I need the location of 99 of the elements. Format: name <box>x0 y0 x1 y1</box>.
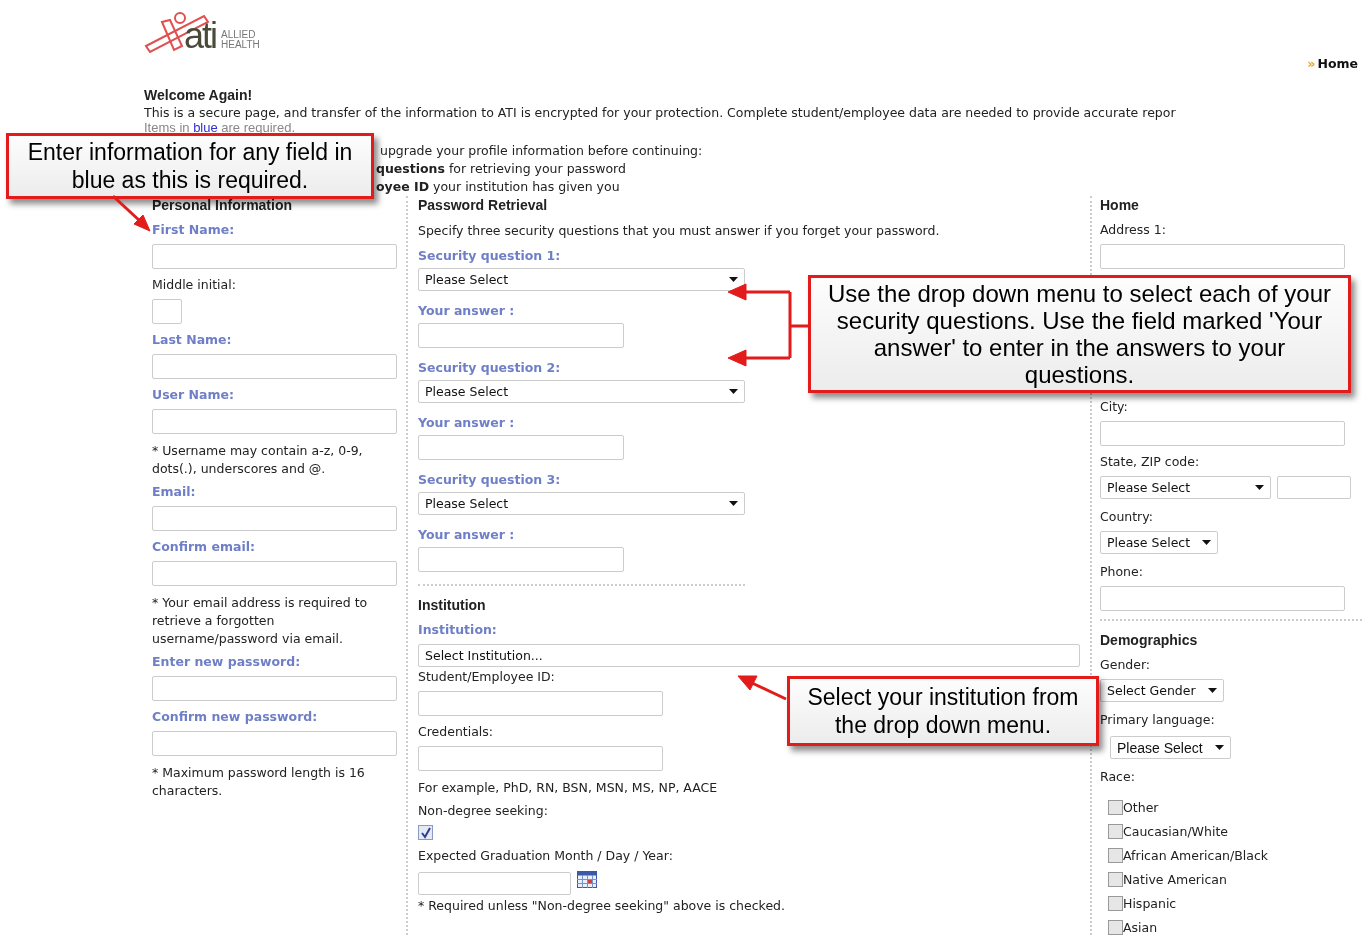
caret-icon <box>1214 745 1224 750</box>
hint-text: * Username may contain a-z, 0-9, dots(.), underscores and @. <box>152 442 364 478</box>
caret-icon <box>729 389 738 394</box>
field-label: Institution: <box>418 622 497 638</box>
section-description: Specify three security questions that you must answer if you forget your password. <box>418 222 941 240</box>
hint-text: * Required unless "Non-degree seeking" above is checked. <box>418 897 786 915</box>
dropdown[interactable]: Please Select <box>1100 476 1271 499</box>
checkbox-label: Hispanic <box>1123 896 1177 911</box>
section-title: Password Retrieval <box>418 196 549 214</box>
section-title: Institution <box>418 596 487 614</box>
checkbox-label: Other <box>1123 800 1159 815</box>
hint-text: * Maximum password length is 16 characters. <box>152 764 366 800</box>
caret-icon <box>1255 485 1264 490</box>
field-label: Your answer : <box>418 415 515 431</box>
dropdown[interactable]: Please Select <box>418 268 745 291</box>
field-label: Security question 1: <box>418 248 561 264</box>
field-label: Country: <box>1100 509 1153 525</box>
checkbox-label: African American/Black <box>1123 848 1269 863</box>
field-label: Phone: <box>1100 564 1143 580</box>
field-label: Security question 3: <box>418 472 561 488</box>
section-title: Demographics <box>1100 631 1199 649</box>
field-label: User Name: <box>152 387 234 403</box>
logo-subtitle: HEALTH <box>221 40 260 50</box>
callout-box: Select your institution from the drop down menu. <box>787 676 1099 746</box>
required-note: Items in blue are required. <box>144 121 296 135</box>
checkbox[interactable] <box>1108 896 1123 911</box>
welcome-title: Welcome Again! <box>144 86 254 104</box>
bullet-text: oyee ID your institution has given you <box>376 178 620 196</box>
field-label: Expected Graduation Month / Day / Year: <box>418 848 673 864</box>
hint-text: For example, PhD, RN, BSN, MSN, MS, NP, AACE <box>418 779 719 797</box>
dropdown[interactable]: Please Select <box>1110 736 1231 759</box>
callout-box: Use the drop down menu to select each of your security questions. Use the field marked 'Your answer' to enter in the answers to your questions. <box>808 275 1351 393</box>
text-field[interactable] <box>1100 421 1345 446</box>
text-field[interactable] <box>418 323 624 348</box>
text-field[interactable] <box>418 746 663 771</box>
caret-icon <box>1207 688 1217 693</box>
caret-icon <box>1202 540 1212 545</box>
checkbox-label: Caucasian/White <box>1123 824 1228 839</box>
date-field[interactable] <box>418 872 571 895</box>
field-label: Confirm new password: <box>152 709 318 725</box>
callout-arrow <box>737 675 787 701</box>
text-field[interactable] <box>1100 586 1345 611</box>
caret-icon <box>729 501 738 506</box>
field-label: City: <box>1100 399 1128 415</box>
dropdown[interactable]: Please Select <box>418 380 745 403</box>
dropdown[interactable]: Please Select <box>1100 531 1219 554</box>
text-field[interactable] <box>152 561 397 586</box>
checkbox[interactable] <box>418 825 433 840</box>
field-label: Email: <box>152 484 196 500</box>
field-label: State, ZIP code: <box>1100 454 1200 470</box>
callout-arrow <box>111 194 151 232</box>
hint-text: * Your email address is required to retrieve a forgotten username/password via email. <box>152 594 369 648</box>
text-field[interactable] <box>152 409 397 434</box>
dropdown[interactable]: Please Select <box>418 492 745 515</box>
bullet-text: questions for retrieving your password <box>376 160 626 178</box>
callout-box: Enter information for any field in blue as this is required. <box>6 133 374 199</box>
section-title: Home <box>1100 196 1140 214</box>
text-field[interactable] <box>1100 244 1345 269</box>
field-label: Student/Employee ID: <box>418 669 555 685</box>
text-field[interactable] <box>152 244 397 269</box>
checkbox-label: Native American <box>1123 872 1227 887</box>
text-field[interactable] <box>418 691 663 716</box>
text-field[interactable] <box>418 435 624 460</box>
home-link[interactable]: » Home <box>1307 56 1358 71</box>
text-field[interactable] <box>152 676 397 701</box>
checkbox[interactable] <box>1108 800 1123 815</box>
field-label: Primary language: <box>1100 712 1215 728</box>
field-label: Address 1: <box>1100 222 1166 238</box>
field-label: Race: <box>1100 769 1135 785</box>
text-field[interactable] <box>152 354 397 379</box>
dropdown[interactable]: Select Gender <box>1100 679 1224 702</box>
field-label: Security question 2: <box>418 360 561 376</box>
logo-subtitle: ALLIED <box>221 30 257 40</box>
section-title: Personal Information <box>152 196 294 214</box>
field-label: Non-degree seeking: <box>418 803 548 819</box>
dropdown[interactable]: Select Institution... <box>418 644 1080 667</box>
field-label: Confirm email: <box>152 539 255 555</box>
text-field[interactable] <box>152 731 397 756</box>
checkbox[interactable] <box>1108 872 1123 887</box>
text-field[interactable] <box>152 506 397 531</box>
field-label: Last Name: <box>152 332 232 348</box>
field-label: Middle initial: <box>152 277 236 293</box>
checkbox-label: Asian <box>1123 920 1158 935</box>
logo-text: ati <box>184 18 217 54</box>
field-label: Enter new password: <box>152 654 301 670</box>
text-field[interactable] <box>152 299 182 324</box>
field-label: Gender: <box>1100 657 1151 673</box>
text-field[interactable] <box>418 547 624 572</box>
field-label: Your answer : <box>418 527 515 543</box>
upgrade-text: upgrade your profile information before continuing: <box>380 142 703 160</box>
checkbox[interactable] <box>1108 920 1123 935</box>
field-label: First Name: <box>152 222 235 238</box>
field-label: Credentials: <box>418 724 494 740</box>
field-label: Your answer : <box>418 303 515 319</box>
checkbox[interactable] <box>1108 848 1123 863</box>
text-field[interactable] <box>1277 476 1351 499</box>
intro-text: This is a secure page, and transfer of the information to ATI is encrypted for your protection. Complete student/employee data are needed to provide accurate repor <box>144 104 1177 121</box>
checkbox[interactable] <box>1108 824 1123 839</box>
calendar-icon[interactable] <box>577 870 597 888</box>
